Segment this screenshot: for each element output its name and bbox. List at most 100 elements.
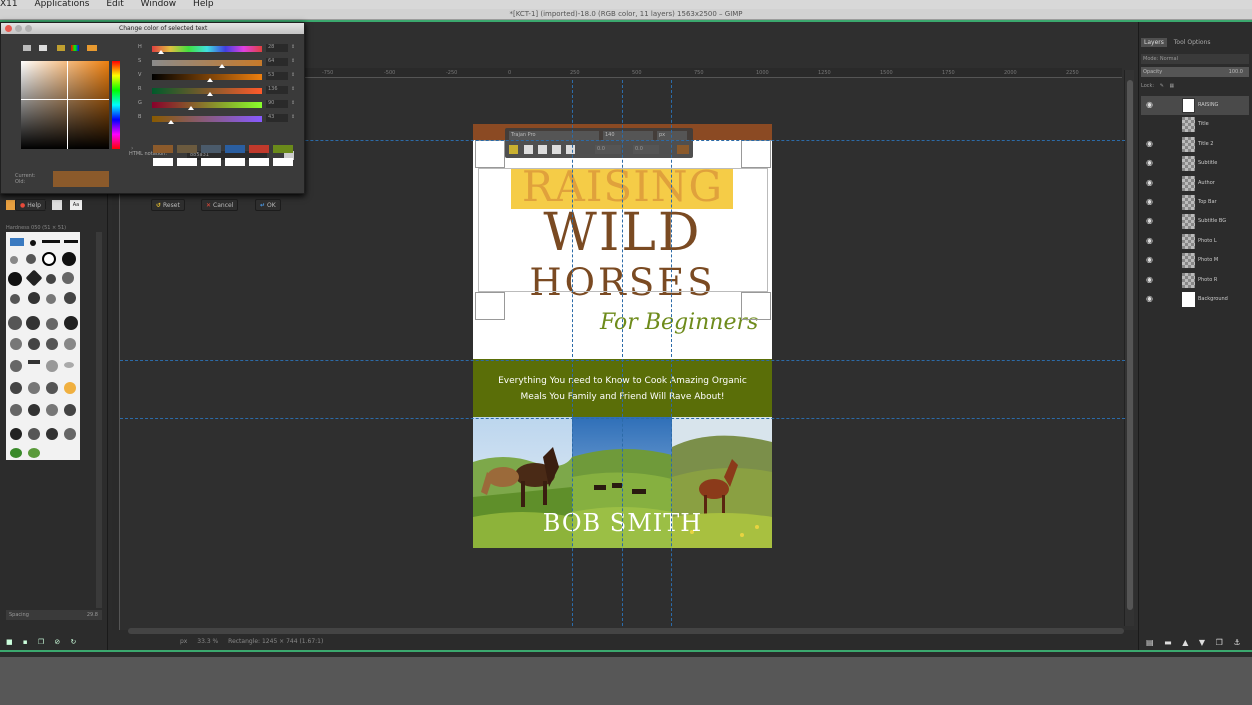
kerning-field[interactable]: 0.0 [633,145,659,154]
vertical-scroll-thumb[interactable] [1127,80,1133,610]
brush-item[interactable] [64,404,76,416]
brush-item[interactable] [30,240,36,246]
history-swatch[interactable] [153,158,173,166]
eye-icon[interactable]: ◉ [1146,139,1153,148]
brush-item[interactable] [64,240,78,243]
italic-icon[interactable] [538,145,547,154]
eye-icon[interactable]: ◉ [1146,275,1153,284]
layer-row[interactable]: ◉ Photo M [1141,251,1249,270]
history-swatch[interactable] [153,145,173,153]
spacing-field[interactable]: Spacing 29.8 [6,610,102,620]
edit-brush-icon[interactable]: ■ [6,638,13,646]
slider-value[interactable]: 136 [266,86,288,94]
new-layer-group-icon[interactable]: ▬ [1164,638,1172,647]
spin-icon[interactable]: ⇕ [291,44,295,50]
mode-select[interactable]: Normal [1160,56,1178,62]
brush-item[interactable] [10,238,24,246]
brush-item[interactable] [46,294,56,304]
strikethrough-icon[interactable] [566,145,575,154]
brush-item[interactable] [64,338,76,350]
brush-scrollbar[interactable] [96,232,102,608]
font-tab-icon[interactable]: Aa [70,200,82,210]
new-layer-icon[interactable]: ▤ [1146,638,1154,647]
guide-vertical[interactable] [572,80,573,626]
cmyk-selector-icon[interactable] [39,45,47,51]
spin-icon[interactable]: ⇕ [291,114,295,120]
baseline-field[interactable]: 0.0 [595,145,621,154]
slider-knob[interactable] [167,120,174,124]
menu-x11[interactable]: X11 [0,0,18,9]
spin-icon[interactable]: ⇕ [291,100,295,106]
history-swatch[interactable] [225,145,245,153]
brush-item[interactable] [8,316,22,330]
brush-item[interactable] [10,404,22,416]
delete-brush-icon[interactable]: ⊘ [54,638,60,646]
text-color-swatch[interactable] [677,145,689,154]
brush-item[interactable] [64,428,76,440]
color-square[interactable] [21,61,109,149]
ok-button[interactable]: ↵ OK [255,199,281,211]
slider-knob[interactable] [207,92,214,96]
tab-tool-options[interactable]: Tool Options [1171,38,1214,47]
brush-item[interactable] [26,254,36,264]
brush-item[interactable] [46,318,58,330]
zoom-select[interactable]: 33.3 % [197,634,218,650]
brush-item[interactable] [28,360,40,364]
palette-selector-icon[interactable] [87,45,97,51]
lock-alpha-icon[interactable]: ▦ [1169,83,1174,89]
text-box-handle-tr[interactable] [741,140,771,168]
layer-mode-row[interactable]: Mode: Normal [1141,54,1249,64]
slider-knob[interactable] [219,64,226,68]
slider-knob[interactable] [157,50,164,54]
history-swatch[interactable] [249,145,269,153]
eye-icon[interactable]: ◉ [1146,159,1153,167]
brush-item[interactable] [8,272,22,286]
duplicate-layer-icon[interactable]: ❐ [1216,638,1223,647]
menu-applications[interactable]: Applications [35,0,90,9]
text-box-handle-bl[interactable] [475,292,505,320]
slider-track[interactable] [152,102,262,108]
eye-icon[interactable]: ◉ [1146,101,1153,109]
font-size-field[interactable]: 140 [603,131,653,140]
gimp-selector-icon[interactable] [23,45,31,51]
cover-tagline[interactable]: For Beginners [600,310,758,335]
eye-icon[interactable]: ◉ [1146,198,1153,206]
duplicate-brush-icon[interactable]: ❐ [38,638,44,646]
slider-v[interactable]: V 53 ⇕ [136,72,301,82]
bold-icon[interactable] [524,145,533,154]
brush-item[interactable] [28,448,40,458]
slider-h[interactable]: H 28 ⇕ [136,44,301,54]
brush-item[interactable] [28,404,40,416]
brush-item[interactable] [46,404,58,416]
layer-row[interactable]: ◉ Background [1141,290,1249,309]
underline-icon[interactable] [552,145,561,154]
slider-g[interactable]: G 90 ⇕ [136,100,301,110]
font-field[interactable]: Trajan Pro [509,131,599,140]
history-swatch[interactable] [273,158,293,166]
slider-value[interactable]: 53 [266,72,288,80]
brush-item[interactable] [10,294,20,304]
slider-b[interactable]: B 43 ⇕ [136,114,301,124]
brush-item[interactable] [28,338,40,350]
menu-edit[interactable]: Edit [106,0,123,9]
brush-item[interactable] [26,316,40,330]
palette-tab-icon[interactable] [52,200,62,210]
text-box-frame[interactable] [478,168,768,292]
slider-track[interactable] [152,60,262,66]
history-swatch[interactable] [201,145,221,153]
brush-item[interactable] [46,338,58,350]
brush-item[interactable] [62,272,74,284]
text-box-handle-br[interactable] [741,292,771,320]
close-window-icon[interactable] [5,25,12,32]
layer-row[interactable]: ◉ Author [1141,174,1249,193]
eye-icon[interactable]: ◉ [1146,256,1153,264]
help-button[interactable]: ● Help [15,199,46,211]
layer-row[interactable]: Title [1141,115,1249,134]
layer-row[interactable]: ◉ Photo L [1141,232,1249,251]
lock-pixels-icon[interactable]: ✎ [1160,83,1164,89]
brush-grid[interactable] [6,232,80,460]
eye-icon[interactable]: ◉ [1146,236,1153,245]
history-swatch[interactable] [201,158,221,166]
brush-item[interactable] [10,382,22,394]
guide-vertical[interactable] [622,80,623,626]
